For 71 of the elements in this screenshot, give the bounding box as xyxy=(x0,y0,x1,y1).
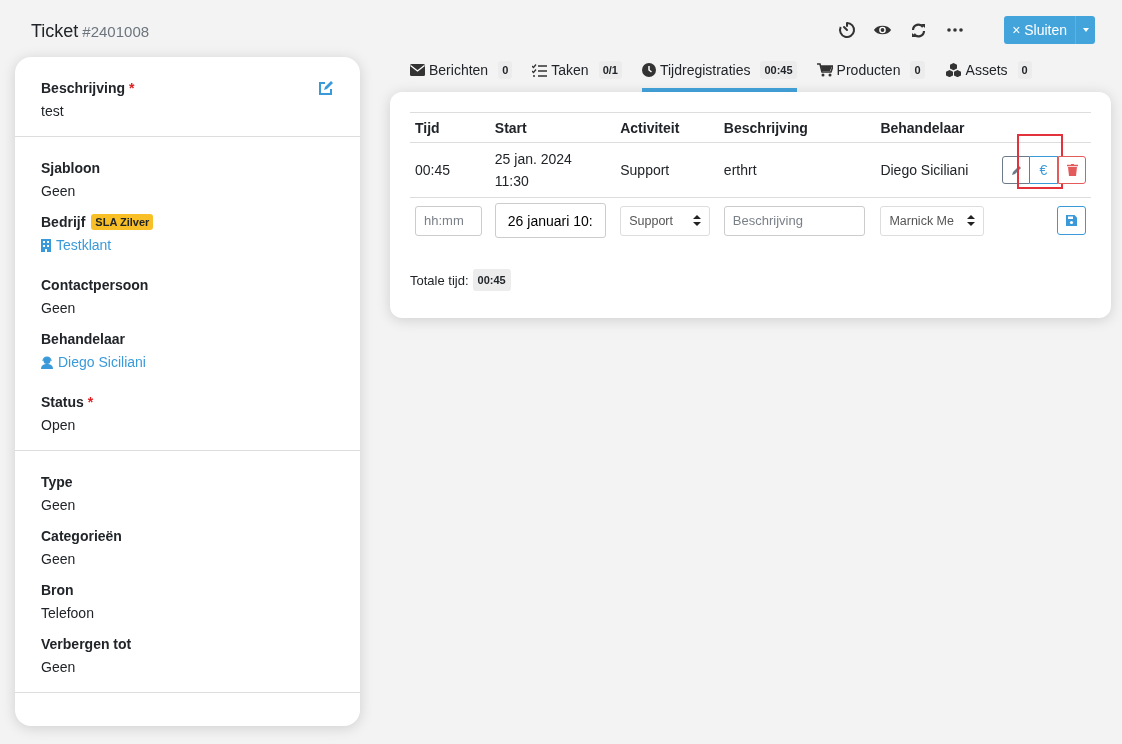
user-icon xyxy=(41,355,53,369)
input-field[interactable]: 26 januari 10: xyxy=(494,203,606,238)
total-label: Totale tijd: xyxy=(410,272,469,288)
edit-icon[interactable] xyxy=(318,80,334,96)
timer-icon[interactable] xyxy=(837,21,856,39)
tab[interactable]: Berichten 0 xyxy=(410,52,513,92)
ticket-title: Ticket xyxy=(31,21,79,42)
delete-button[interactable] xyxy=(1058,156,1086,184)
field-label: Verbergen tot xyxy=(41,636,132,652)
count-badge: 0 xyxy=(1017,61,1032,79)
field-label: Type xyxy=(41,474,73,490)
field-label: Contactpersoon xyxy=(41,277,149,293)
sort-caret-icon xyxy=(967,215,976,226)
field-label: Categorieën xyxy=(41,528,122,544)
field-value: Telefoon xyxy=(41,605,95,621)
cart-icon xyxy=(816,63,833,77)
eye-icon[interactable] xyxy=(873,23,893,37)
column-header: Start xyxy=(489,112,616,143)
table-cell: 25 jan. 2024 11:30 xyxy=(494,151,572,189)
checklist-icon xyxy=(532,63,548,77)
input-field[interactable]: hh:mm xyxy=(415,205,482,236)
sla-badge: SLA Zilver xyxy=(91,214,154,230)
column-header: Tijd xyxy=(410,112,490,143)
field-label: Behandelaar xyxy=(41,331,126,347)
more-icon[interactable] xyxy=(946,28,963,32)
tab[interactable]: Assets 0 xyxy=(944,52,1032,92)
tab[interactable]: Taken 0/1 xyxy=(532,52,622,92)
field-label: Status xyxy=(41,394,84,410)
table-cell: 00:45 xyxy=(415,162,451,178)
edit-button[interactable] xyxy=(1002,156,1030,184)
pencil-icon xyxy=(1010,164,1022,176)
table-cell: erthrt xyxy=(723,162,757,178)
count-badge: 0 xyxy=(498,61,513,79)
field-label: Bedrijf xyxy=(41,214,86,230)
input-field[interactable]: Beschrijving xyxy=(723,205,865,236)
field-label: Bron xyxy=(41,582,74,598)
column-header: Beschrijving xyxy=(718,112,876,143)
field-label: Beschrijving xyxy=(41,80,126,96)
field-value: Geen xyxy=(41,497,77,513)
count-badge: 00:45 xyxy=(760,61,797,79)
count-badge: 0/1 xyxy=(598,61,622,79)
sort-caret-icon xyxy=(693,215,702,226)
required-mark: * xyxy=(87,394,94,410)
field-value: test xyxy=(41,103,65,119)
field-value: Geen xyxy=(41,659,77,675)
floppy-icon xyxy=(1066,215,1077,226)
field-value: Open xyxy=(41,417,77,433)
trash-icon xyxy=(1066,164,1078,176)
table-cell: Diego Siciliani xyxy=(880,162,969,178)
select-field[interactable]: Support xyxy=(620,205,711,236)
cubes-icon xyxy=(944,63,962,77)
count-badge: 0 xyxy=(910,61,925,79)
select-field[interactable]: Marnick Me xyxy=(880,205,985,236)
required-mark: * xyxy=(129,80,135,96)
building-icon xyxy=(41,238,51,252)
envelope-icon xyxy=(410,64,425,76)
ticket-number: #2401008 xyxy=(82,23,150,40)
field-label: Sjabloon xyxy=(41,160,101,176)
total-time: 00:45 xyxy=(472,269,511,291)
column-header: Behandelaar xyxy=(875,112,994,143)
field-value: Geen xyxy=(41,551,77,567)
column-header: Activiteit xyxy=(615,112,719,143)
tab[interactable]: Producten 0 xyxy=(816,52,925,92)
refresh-icon[interactable] xyxy=(910,21,928,39)
field-value: Geen xyxy=(41,183,77,199)
caret-icon xyxy=(1082,28,1089,32)
table-cell: Support xyxy=(620,162,670,178)
dropdown-toggle[interactable] xyxy=(1075,16,1095,44)
save-button[interactable] xyxy=(1057,206,1086,235)
field-value: Geen xyxy=(41,300,77,316)
clock-icon xyxy=(641,63,656,77)
